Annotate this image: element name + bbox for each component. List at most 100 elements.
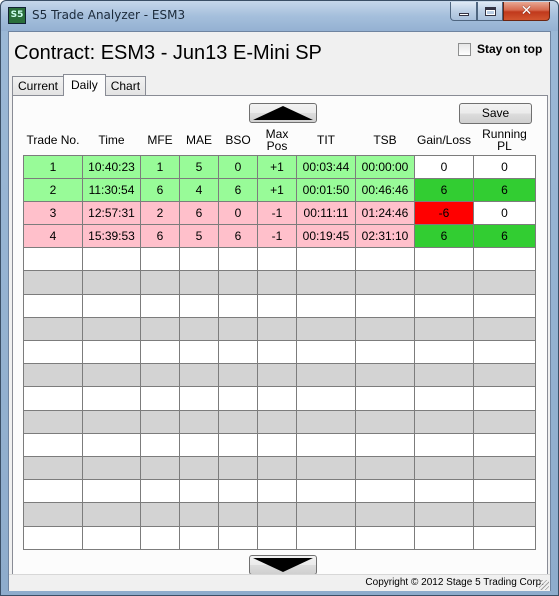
table-cell[interactable] <box>296 293 356 318</box>
table-cell[interactable] <box>23 525 83 550</box>
table-cell[interactable] <box>257 363 297 388</box>
table-cell[interactable] <box>218 432 258 457</box>
stay-on-top-label[interactable]: Stay on top <box>477 42 542 56</box>
minimize-button[interactable] <box>450 2 477 21</box>
table-cell[interactable] <box>414 432 474 457</box>
table-cell[interactable] <box>179 339 219 365</box>
table-cell[interactable]: 6 <box>140 177 180 202</box>
table-cell[interactable] <box>82 363 141 388</box>
table-cell[interactable] <box>140 525 180 550</box>
table-cell[interactable] <box>257 293 297 318</box>
empty-table-row[interactable] <box>23 339 536 365</box>
table-cell[interactable] <box>296 455 356 481</box>
table-cell[interactable] <box>473 502 536 527</box>
table-cell[interactable] <box>296 502 356 527</box>
table-cell[interactable] <box>296 525 356 550</box>
table-cell[interactable]: 0 <box>473 154 536 179</box>
table-cell[interactable] <box>218 409 258 434</box>
table-cell[interactable] <box>23 270 83 295</box>
table-cell[interactable] <box>140 502 180 527</box>
table-cell[interactable] <box>473 247 536 272</box>
table-cell[interactable] <box>218 339 258 365</box>
table-row[interactable]: 2 11:30:54 6 4 6 +1 00:01:50 00:46:46 6 6 <box>23 177 536 202</box>
table-cell[interactable] <box>257 432 297 457</box>
table-cell[interactable] <box>218 386 258 411</box>
table-cell[interactable] <box>140 455 180 481</box>
table-cell[interactable] <box>82 479 141 504</box>
table-cell[interactable] <box>218 525 258 550</box>
table-cell[interactable] <box>82 247 141 272</box>
table-cell[interactable]: 00:11:11 <box>296 200 356 226</box>
table-cell[interactable] <box>23 386 83 411</box>
table-cell[interactable] <box>414 270 474 295</box>
table-cell[interactable]: 6 <box>140 224 180 249</box>
column-header[interactable]: Gain/Loss <box>414 126 474 155</box>
table-cell[interactable]: 5 <box>179 154 219 179</box>
table-cell[interactable] <box>140 386 180 411</box>
table-cell[interactable] <box>473 293 536 318</box>
table-cell[interactable] <box>179 386 219 411</box>
tab-daily[interactable]: Daily <box>63 74 106 96</box>
empty-table-row[interactable] <box>23 270 536 295</box>
table-cell[interactable] <box>414 455 474 481</box>
table-cell[interactable] <box>82 525 141 550</box>
table-cell[interactable]: 00:01:50 <box>296 177 356 202</box>
table-cell[interactable] <box>414 386 474 411</box>
table-cell[interactable] <box>355 316 415 342</box>
close-button[interactable]: ✕ <box>503 2 550 21</box>
table-cell[interactable]: 0 <box>473 200 536 226</box>
table-cell[interactable]: 10:40:23 <box>82 154 141 179</box>
empty-table-row[interactable] <box>23 293 536 318</box>
table-cell[interactable] <box>257 339 297 365</box>
table-cell[interactable] <box>414 293 474 318</box>
table-cell[interactable] <box>257 386 297 411</box>
table-cell[interactable] <box>355 432 415 457</box>
table-cell[interactable] <box>296 386 356 411</box>
table-cell[interactable] <box>473 525 536 550</box>
save-button[interactable]: Save <box>459 103 532 124</box>
table-cell[interactable] <box>257 479 297 504</box>
table-cell[interactable]: -6 <box>414 200 474 226</box>
column-header[interactable]: Max Pos <box>257 126 297 155</box>
table-cell[interactable] <box>355 409 415 434</box>
table-cell[interactable]: 5 <box>179 224 219 249</box>
table-cell[interactable] <box>473 339 536 365</box>
table-cell[interactable] <box>355 455 415 481</box>
table-cell[interactable] <box>257 270 297 295</box>
column-header[interactable]: TIT <box>296 126 356 155</box>
empty-table-row[interactable] <box>23 316 536 342</box>
table-cell[interactable] <box>179 455 219 481</box>
table-cell[interactable] <box>218 479 258 504</box>
column-header[interactable]: MFE <box>140 126 180 155</box>
table-cell[interactable]: 00:46:46 <box>355 177 415 202</box>
tab-chart[interactable]: Chart <box>104 76 147 95</box>
table-cell[interactable]: 02:31:10 <box>355 224 415 249</box>
table-cell[interactable] <box>179 247 219 272</box>
table-cell[interactable] <box>355 525 415 550</box>
column-header[interactable]: Trade No. <box>23 126 83 155</box>
table-cell[interactable]: 01:24:46 <box>355 200 415 226</box>
table-cell[interactable] <box>473 316 536 342</box>
table-cell[interactable] <box>82 270 141 295</box>
table-cell[interactable] <box>23 502 83 527</box>
table-cell[interactable]: 4 <box>23 224 83 249</box>
table-cell[interactable] <box>355 363 415 388</box>
table-cell[interactable]: 12:57:31 <box>82 200 141 226</box>
table-cell[interactable] <box>218 293 258 318</box>
table-cell[interactable] <box>218 316 258 342</box>
table-cell[interactable] <box>140 479 180 504</box>
table-cell[interactable]: 15:39:53 <box>82 224 141 249</box>
stay-on-top-control[interactable]: Stay on top <box>458 42 542 56</box>
table-cell[interactable] <box>218 363 258 388</box>
table-cell[interactable] <box>355 339 415 365</box>
table-cell[interactable]: 6 <box>218 177 258 202</box>
table-row[interactable]: 3 12:57:31 2 6 0 -1 00:11:11 01:24:46 -6 0 <box>23 200 536 226</box>
table-cell[interactable] <box>296 363 356 388</box>
table-cell[interactable] <box>179 293 219 318</box>
column-header[interactable]: Running PL <box>473 126 536 155</box>
table-cell[interactable] <box>179 363 219 388</box>
table-cell[interactable]: 00:19:45 <box>296 224 356 249</box>
table-cell[interactable] <box>23 409 83 434</box>
empty-table-row[interactable] <box>23 247 536 272</box>
table-cell[interactable] <box>473 270 536 295</box>
